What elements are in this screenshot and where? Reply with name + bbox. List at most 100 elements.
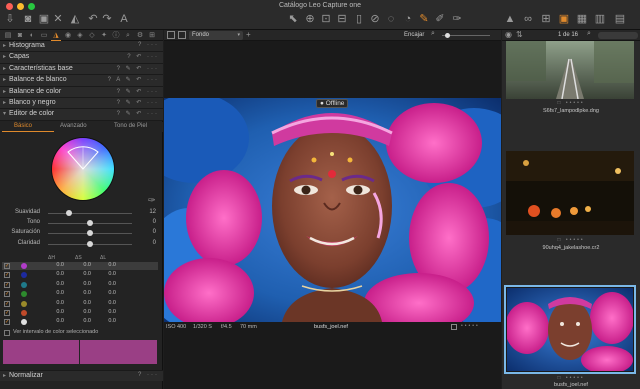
tab-output-icon[interactable]: ⊞: [147, 30, 157, 41]
exposure-warning-icon[interactable]: ▲: [503, 12, 517, 26]
delta-value-cell[interactable]: 0.0: [100, 281, 116, 287]
tool-actions-icon[interactable]: ? ↶ ···: [127, 53, 159, 60]
color-range-row[interactable]: ✓ 0.0 0.0 0.0: [2, 300, 158, 308]
show-range-checkbox[interactable]: [4, 330, 10, 336]
tool-actions-icon[interactable]: ? ···: [138, 372, 159, 378]
hue-slider[interactable]: Tono 0: [0, 219, 163, 229]
camera-icon[interactable]: ◙: [21, 12, 35, 26]
sort-icon[interactable]: ⇅: [516, 30, 523, 39]
slider-knob[interactable]: [87, 230, 93, 236]
delta-value-cell[interactable]: 0.0: [48, 309, 64, 315]
delta-value-cell[interactable]: 0.0: [75, 290, 91, 296]
picker-dropper-icon[interactable]: ✑: [148, 195, 156, 206]
tool-normalize[interactable]: ▸ Normalizar ? ···: [0, 370, 163, 381]
tab-advanced[interactable]: Avanzado: [60, 123, 87, 129]
color-range-row[interactable]: ✓ 0.0 0.0 0.0: [2, 271, 158, 279]
delta-value-cell[interactable]: 0.0: [75, 281, 91, 287]
tool-color-editor[interactable]: ▾ Editor de color ? ✎ ↶ ···: [0, 109, 163, 121]
straighten-tool-icon[interactable]: ⊟: [335, 12, 349, 26]
tool-base-characteristics[interactable]: ▸ Características base ? ✎ ↶ ···: [0, 63, 163, 76]
tab-library-icon[interactable]: ▤: [3, 30, 13, 41]
delta-value-cell[interactable]: 0.0: [48, 290, 64, 296]
delta-value-cell[interactable]: 0.0: [48, 271, 64, 277]
picker-tool-icon[interactable]: ◌: [384, 12, 398, 26]
tab-basic[interactable]: Básico: [14, 123, 32, 129]
delete-icon[interactable]: ▣: [37, 12, 51, 26]
tool-white-balance[interactable]: ▸ Balance de blanco ? A ✎ ↶ ···: [0, 75, 163, 87]
row-enable-checkbox[interactable]: ✓: [4, 272, 10, 279]
spot-tool-icon[interactable]: ⊘: [368, 12, 382, 26]
color-range-row[interactable]: ✓ 0.0 0.0 0.0: [2, 290, 158, 298]
tab-capture-icon[interactable]: ◙: [15, 30, 25, 41]
delta-value-cell[interactable]: 0.0: [75, 271, 91, 277]
tab-skin-tone[interactable]: Tono de Piel: [114, 123, 147, 129]
thumbnail-3-rating[interactable]: □ •••••: [502, 375, 640, 381]
keystone-tool-icon[interactable]: ▯: [352, 12, 366, 26]
slider-value[interactable]: 12: [138, 209, 156, 215]
delta-value-cell[interactable]: 0.0: [100, 300, 116, 306]
show-range-toggle[interactable]: Ver intervalo de color seleccionado: [2, 329, 160, 338]
tool-actions-icon[interactable]: ? ···: [138, 42, 159, 48]
tool-color-balance[interactable]: ▸ Balance de color ? ✎ ↶ ···: [0, 86, 163, 98]
delta-value-cell[interactable]: 0.0: [48, 262, 64, 268]
single-view-icon[interactable]: ▣: [557, 12, 571, 26]
tab-composition-icon[interactable]: ▭: [39, 30, 49, 41]
eye-icon[interactable]: ◉: [505, 30, 512, 39]
crop-tool-icon[interactable]: ⊡: [319, 12, 333, 26]
undo-icon[interactable]: ↶: [86, 12, 100, 26]
slider-knob[interactable]: [66, 210, 72, 216]
thumbnail-1-rating[interactable]: □ •••••: [502, 100, 640, 106]
compare-layout-icon[interactable]: [178, 31, 186, 39]
tab-color-icon[interactable]: ◮: [51, 30, 61, 41]
add-plus-icon[interactable]: +: [246, 30, 251, 39]
row-enable-checkbox[interactable]: ✓: [4, 310, 10, 316]
multi-view-icon[interactable]: ▦: [575, 12, 589, 26]
browser-search-input[interactable]: [598, 32, 638, 39]
slider-value[interactable]: 0: [138, 240, 156, 246]
reset-icon[interactable]: ◭: [68, 12, 82, 26]
row-enable-checkbox[interactable]: ✓: [4, 319, 10, 326]
star-rating-dots-icon[interactable]: •••••: [461, 323, 480, 329]
annotate-tool-icon[interactable]: ◔: [401, 12, 415, 26]
redo-icon[interactable]: ↷: [100, 12, 114, 26]
delta-value-cell[interactable]: 0.0: [48, 281, 64, 287]
brush-tool-icon[interactable]: ✎: [417, 12, 431, 26]
tool-actions-icon[interactable]: ? ✎ ↶ ···: [117, 88, 159, 95]
tool-actions-icon[interactable]: ? ✎ ↶ ···: [117, 65, 159, 72]
main-photo[interactable]: ● Offline: [164, 98, 501, 322]
tab-batch-icon[interactable]: ⚙: [135, 30, 145, 41]
tab-local-icon[interactable]: ◇: [87, 30, 97, 41]
smoothness-slider[interactable]: Suavidad 12: [0, 209, 163, 219]
eyedropper-tool-icon[interactable]: ✑: [450, 12, 464, 26]
tool-actions-icon[interactable]: ? ✎ ↶ ···: [117, 110, 159, 117]
single-layout-icon[interactable]: [167, 31, 175, 39]
slider-knob[interactable]: [87, 241, 93, 247]
tool-layers[interactable]: ▸ Capas ? ↶ ···: [0, 52, 163, 64]
slider-knob[interactable]: [87, 220, 93, 226]
zoom-search-icon[interactable]: ⌕: [431, 30, 435, 38]
delta-value-cell[interactable]: 0.0: [75, 262, 91, 268]
thumbnail-1[interactable]: [506, 41, 634, 99]
color-range-row[interactable]: ✓ 0.0 0.0 0.0: [2, 262, 158, 270]
row-enable-checkbox[interactable]: ✓: [4, 281, 10, 288]
select-checkbox[interactable]: [451, 324, 457, 330]
thumbnail-3[interactable]: [507, 288, 633, 371]
tool-actions-icon[interactable]: ? ✎ ↶ ···: [117, 99, 159, 106]
import-icon[interactable]: ⇩: [3, 12, 17, 26]
thumbnail-2[interactable]: [506, 151, 634, 235]
color-wheel-selector[interactable]: [52, 138, 114, 200]
tab-lens-icon[interactable]: ◐: [27, 30, 37, 41]
proof-glasses-icon[interactable]: ∞: [521, 12, 535, 26]
browser-search-icon[interactable]: ⌕: [587, 30, 591, 38]
close-x-icon[interactable]: ✕: [51, 12, 65, 26]
color-range-row[interactable]: ✓ 0.0 0.0 0.0: [2, 309, 158, 317]
color-range-row[interactable]: ✓ 0.0 0.0 0.0: [2, 318, 158, 326]
tool-black-and-white[interactable]: ▸ Blanco y negro ? ✎ ↶ ···: [0, 98, 163, 110]
slider-value[interactable]: 0: [138, 229, 156, 235]
tab-details-icon[interactable]: ◈: [75, 30, 85, 41]
delta-value-cell[interactable]: 0.0: [100, 271, 116, 277]
zoom-tool-icon[interactable]: ⊕: [303, 12, 317, 26]
zoom-slider-knob[interactable]: [445, 33, 450, 38]
delta-value-cell[interactable]: 0.0: [75, 309, 91, 315]
delta-value-cell[interactable]: 0.0: [48, 318, 64, 324]
